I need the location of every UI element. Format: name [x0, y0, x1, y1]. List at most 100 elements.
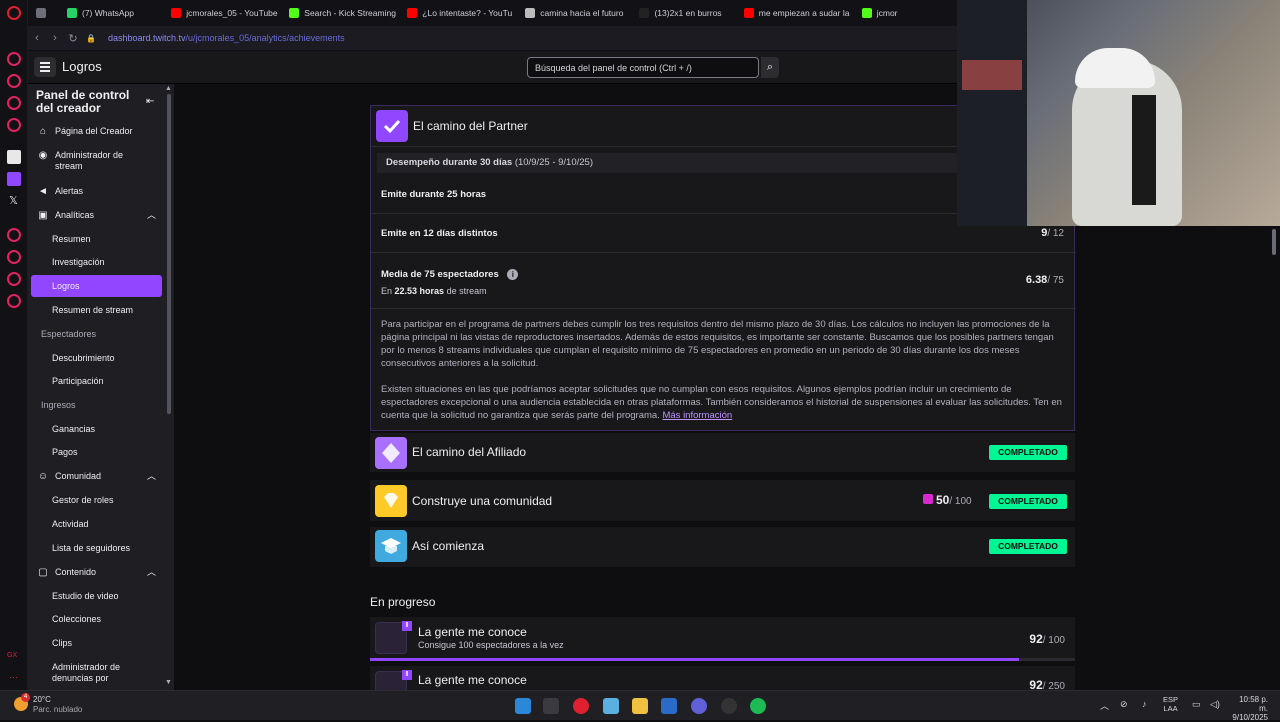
video-icon[interactable] — [7, 96, 21, 110]
sidebar-item-alerts[interactable]: ◄ Alertas — [28, 186, 162, 198]
sidebar-scrollbar[interactable] — [167, 94, 171, 414]
tab-label: (13)2x1 en burros — [654, 8, 722, 18]
sidebar-item-activity[interactable]: Actividad — [28, 519, 162, 530]
achievement-count: 92/ 100 — [1029, 632, 1065, 646]
achievement-in-progress[interactable]: Ⅱ La gente me conoce 92/ 250 — [370, 666, 1075, 703]
partner-card-title: El camino del Partner — [413, 119, 528, 133]
sidebar-item-community[interactable]: ☺ Comunidad ︿ — [28, 471, 162, 483]
achievement-community[interactable]: Construye una comunidad 50/ 100 COMPLETA… — [370, 480, 1075, 522]
store-icon[interactable] — [661, 698, 677, 714]
sidebar-item-reports[interactable]: Administrador de denuncias por — [28, 662, 138, 684]
browser-tab[interactable]: jcmor — [854, 0, 958, 26]
scroll-down-icon[interactable]: ▼ — [165, 679, 172, 686]
discord-icon[interactable] — [691, 698, 707, 714]
req-stream-hours: Emite durante 25 horas — [381, 189, 487, 200]
forward-icon[interactable]: › — [46, 32, 64, 44]
browser-tab[interactable] — [28, 0, 59, 26]
req-avg-viewers: Media de 75 espectadores i — [381, 269, 519, 280]
instagram-icon[interactable] — [7, 118, 21, 132]
main-scrollbar[interactable] — [1272, 229, 1276, 255]
sidebar-item-video-studio[interactable]: Estudio de video — [28, 591, 162, 602]
affiliate-badge-icon — [375, 437, 407, 469]
browser-tab[interactable]: (13)2x1 en burros — [631, 0, 735, 26]
divider — [371, 252, 1076, 253]
mic-icon[interactable]: ♪ — [1142, 699, 1147, 709]
menu-icon[interactable] — [34, 57, 56, 77]
tab-label: Search - Kick Streaming — [304, 8, 396, 18]
sidebar-item-payouts[interactable]: Pagos — [28, 447, 162, 458]
opera-logo-icon[interactable] — [7, 6, 21, 20]
pin-icon[interactable] — [7, 272, 21, 286]
spotify-icon[interactable] — [750, 698, 766, 714]
chevron-up-icon: ︿ — [146, 567, 156, 577]
browser-tab[interactable]: me empiezan a sudar la — [736, 0, 854, 26]
info-icon[interactable]: i — [507, 269, 519, 280]
browser-tab[interactable]: (7) WhatsApp — [59, 0, 163, 26]
task-view-icon[interactable] — [543, 698, 559, 714]
file-explorer-icon[interactable] — [632, 698, 648, 714]
weather-temp: 20°C — [33, 695, 51, 704]
completed-badge: COMPLETADO — [989, 494, 1067, 509]
twitch-icon[interactable] — [7, 172, 21, 186]
search-input[interactable]: Búsqueda del panel de control (Ctrl + /) — [527, 57, 759, 78]
collapse-sidebar-icon[interactable]: ⇤ — [146, 96, 154, 107]
browser-tab[interactable]: camina hacia el futuro — [517, 0, 631, 26]
address-bar[interactable]: ‹ › ↻ 🔒 dashboard.twitch.tv/u/jcmorales_… — [28, 26, 958, 50]
achievement-title: La gente me conoce — [418, 673, 527, 687]
more-icon[interactable]: ··· — [9, 672, 18, 682]
sidebar-item-content[interactable]: ▢ Contenido ︿ — [28, 567, 162, 579]
sidebar-item-followers[interactable]: Lista de seguidores — [28, 543, 162, 554]
gx-icon[interactable]: GX — [7, 652, 17, 659]
tab-label: camina hacia el futuro — [540, 8, 624, 18]
search-icon[interactable]: ⌕ — [761, 57, 779, 78]
clock-icon[interactable] — [7, 250, 21, 264]
volume-icon[interactable]: ◁) — [1210, 699, 1220, 710]
achievement-count: 50/ 100 — [923, 493, 972, 507]
url-text[interactable]: dashboard.twitch.tv/u/jcmorales_05/analy… — [108, 33, 345, 43]
achievement-getting-started[interactable]: Así comienza COMPLETADO — [370, 527, 1075, 568]
sidebar-item-stream-manager[interactable]: ◉ Administrador de stream — [28, 150, 138, 172]
tray-chevron-icon[interactable]: ︿ — [1100, 699, 1109, 712]
opera-taskbar-icon[interactable] — [573, 698, 589, 714]
sidebar-item-clips[interactable]: Clips — [28, 638, 162, 649]
gem-icon — [923, 494, 933, 504]
history-icon[interactable] — [7, 228, 21, 242]
achievement-in-progress[interactable]: Ⅱ La gente me conoce Consigue 100 espect… — [370, 617, 1075, 661]
language-indicator[interactable]: ESP LAA — [1163, 695, 1178, 713]
sidebar-item-stream-summary[interactable]: Resumen de stream — [28, 305, 162, 316]
more-info-link[interactable]: Más información — [662, 410, 732, 421]
aria-icon[interactable] — [7, 52, 21, 66]
sidebar-item-discovery[interactable]: Descubrimiento — [28, 353, 162, 364]
sidebar-item-achievements[interactable]: Logros — [28, 281, 162, 292]
diamond-badge-icon — [375, 485, 407, 517]
sidebar-item-creator-page[interactable]: ⌂ Página del Creador — [28, 126, 162, 138]
start-icon[interactable] — [515, 698, 531, 714]
app-icon[interactable] — [603, 698, 619, 714]
sidebar-item-analytics[interactable]: ▣ Analíticas ︿ — [28, 210, 162, 222]
achievement-affiliate[interactable]: El camino del Afiliado COMPLETADO — [370, 433, 1075, 473]
sidebar-item-earnings[interactable]: Ganancias — [28, 424, 162, 435]
reload-icon[interactable]: ↻ — [64, 32, 82, 45]
bookmark-icon[interactable] — [7, 74, 21, 88]
req-stream-days-value: 9/ 12 — [1041, 227, 1064, 239]
tier-icon: Ⅱ — [402, 621, 412, 631]
network-icon[interactable]: ⊘ — [1120, 699, 1128, 710]
scroll-up-icon[interactable]: ▲ — [165, 85, 172, 92]
clock[interactable]: 10:58 p. m. 9/10/2025 — [1228, 695, 1268, 722]
x-icon[interactable]: 𝕏 — [9, 194, 18, 207]
kick-icon[interactable] — [7, 150, 21, 164]
sidebar-item-summary[interactable]: Resumen — [28, 234, 162, 245]
tab-label: jcmor — [876, 8, 898, 18]
display-icon[interactable]: ▭ — [1192, 699, 1201, 710]
settings-icon[interactable] — [7, 294, 21, 308]
sidebar-item-roles[interactable]: Gestor de roles — [28, 495, 162, 506]
browser-tab[interactable]: jcmorales_05 - YouTube — [163, 0, 281, 26]
back-icon[interactable]: ‹ — [28, 32, 46, 44]
sidebar-item-collections[interactable]: Colecciones — [28, 614, 162, 625]
browser-tab[interactable]: Search - Kick Streaming — [281, 0, 399, 26]
sidebar-item-engagement[interactable]: Participación — [28, 376, 162, 387]
community-icon: ☺ — [37, 471, 49, 482]
obs-icon[interactable] — [721, 698, 737, 714]
sidebar-item-research[interactable]: Investigación — [28, 257, 162, 268]
browser-tab[interactable]: ¿Lo intentaste? - YouTu — [399, 0, 517, 26]
